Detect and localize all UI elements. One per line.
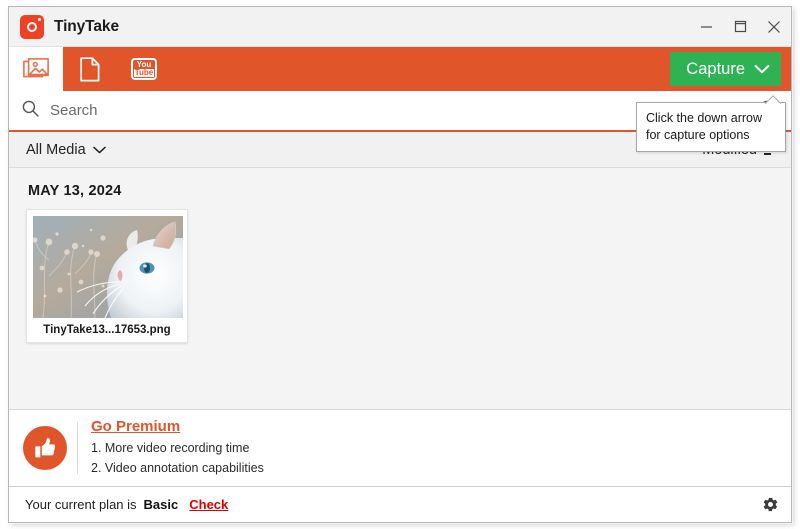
search-icon xyxy=(22,100,39,122)
date-group-header: MAY 13, 2024 xyxy=(28,183,122,199)
go-premium-link[interactable]: Go Premium xyxy=(91,418,264,435)
chevron-down-icon xyxy=(92,142,106,158)
camera-icon xyxy=(20,14,44,39)
tooltip-line-1: Click the down arrow xyxy=(646,111,763,125)
window-controls xyxy=(689,7,791,46)
youtube-label-bottom: Tube xyxy=(133,68,155,78)
chevron-down-icon[interactable] xyxy=(754,60,770,79)
tab-youtube[interactable]: You Tube xyxy=(117,47,171,91)
page-title: TinyTake xyxy=(54,17,119,35)
media-filter-label: All Media xyxy=(26,141,86,158)
go-premium-panel: Go Premium 1. More video recording time … xyxy=(9,409,791,486)
media-item[interactable]: TinyTake13...17653.png xyxy=(26,209,188,343)
premium-benefit: 1. More video recording time xyxy=(91,441,250,455)
gear-icon[interactable] xyxy=(762,496,779,513)
tab-images[interactable] xyxy=(9,47,63,91)
media-filter-dropdown[interactable]: All Media xyxy=(26,142,106,158)
check-plan-link[interactable]: Check xyxy=(189,497,228,512)
tab-files[interactable] xyxy=(63,47,117,91)
plan-status-text: Your current plan is xyxy=(25,497,137,512)
maximize-icon[interactable] xyxy=(723,8,757,46)
desktop-background: TinyTake You Tube Capture Search All Med… xyxy=(0,0,800,529)
capture-button[interactable]: Capture xyxy=(670,52,781,86)
tinytake-window: TinyTake You Tube Capture Search All Med… xyxy=(8,6,792,523)
youtube-icon: You Tube xyxy=(131,58,157,80)
white-cat-photo xyxy=(33,216,183,318)
capture-button-wrapper: Capture xyxy=(670,47,791,91)
minimize-icon[interactable] xyxy=(689,8,723,46)
thumbs-up-icon xyxy=(23,426,67,470)
media-content-area: MAY 13, 2024 TinyTake13...17653.png xyxy=(9,168,791,409)
media-item-filename: TinyTake13...17653.png xyxy=(43,324,171,336)
main-toolbar: You Tube Capture xyxy=(9,47,791,91)
premium-divider xyxy=(77,422,78,474)
status-bar: Your current plan is Basic Check xyxy=(9,486,791,522)
title-bar: TinyTake xyxy=(9,7,791,47)
plan-name: Basic xyxy=(143,497,179,512)
thumbnail-grid: TinyTake13...17653.png xyxy=(26,209,791,343)
premium-text-block: Go Premium 1. More video recording time … xyxy=(91,418,264,478)
capture-tooltip: Click the down arrow for capture options xyxy=(636,102,786,153)
close-icon[interactable] xyxy=(757,8,791,46)
document-icon xyxy=(80,56,100,82)
tooltip-line-2: for capture options xyxy=(646,127,750,142)
capture-button-label: Capture xyxy=(686,59,745,78)
tooltip-notch xyxy=(765,95,781,104)
premium-benefit: 2. Video annotation capabilities xyxy=(91,461,264,475)
image-gallery-icon xyxy=(23,57,49,81)
